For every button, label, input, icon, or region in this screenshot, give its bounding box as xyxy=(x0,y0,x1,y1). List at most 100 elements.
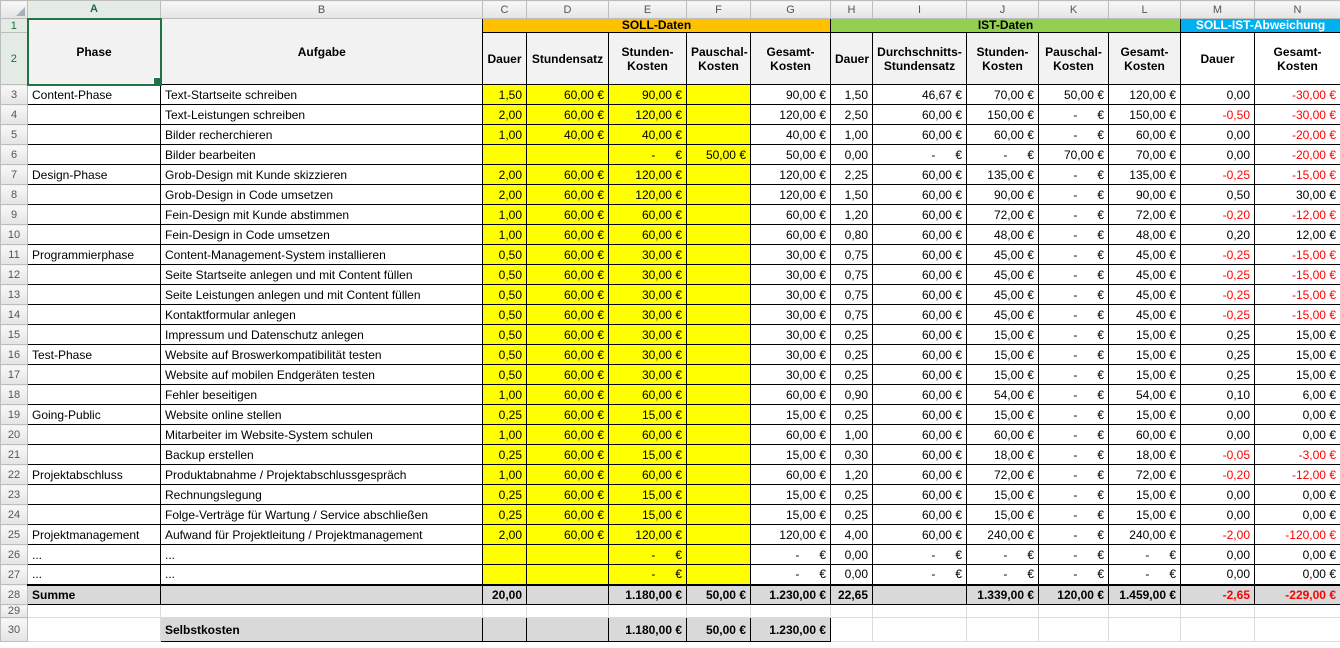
row-header-18[interactable]: 18 xyxy=(1,385,28,405)
cell-I8[interactable]: 60,00 € xyxy=(873,185,967,205)
cell-C23[interactable]: 0,25 xyxy=(483,485,527,505)
cell-C18[interactable]: 1,00 xyxy=(483,385,527,405)
cell-G9[interactable]: 60,00 € xyxy=(751,205,831,225)
col-header-B[interactable]: B xyxy=(161,1,483,19)
cell-H14[interactable]: 0,75 xyxy=(831,305,873,325)
row-header-27[interactable]: 27 xyxy=(1,565,28,585)
col-header-C[interactable]: C xyxy=(483,1,527,19)
cell-N17[interactable]: 15,00 € xyxy=(1255,365,1340,385)
row-header-4[interactable]: 4 xyxy=(1,105,28,125)
cell-G21[interactable]: 15,00 € xyxy=(751,445,831,465)
cell-A19[interactable]: Going-Public xyxy=(28,405,161,425)
cell-L8[interactable]: 90,00 € xyxy=(1109,185,1181,205)
cell-G3[interactable]: 90,00 € xyxy=(751,85,831,105)
cell-G24[interactable]: 15,00 € xyxy=(751,505,831,525)
cell-C30[interactable] xyxy=(483,618,527,642)
cell-F18[interactable] xyxy=(687,385,751,405)
cell-K19[interactable]: - € xyxy=(1039,405,1109,425)
cell-M16[interactable]: 0,25 xyxy=(1181,345,1255,365)
cell-F9[interactable] xyxy=(687,205,751,225)
cell-K16[interactable]: - € xyxy=(1039,345,1109,365)
cell-B7[interactable]: Grob-Design mit Kunde skizzieren xyxy=(161,165,483,185)
cell-B5[interactable]: Bilder recherchieren xyxy=(161,125,483,145)
cell-E16[interactable]: 30,00 € xyxy=(609,345,687,365)
row-header-20[interactable]: 20 xyxy=(1,425,28,445)
cell-B28[interactable] xyxy=(161,585,483,605)
row-header-11[interactable]: 11 xyxy=(1,245,28,265)
cell-J20[interactable]: 60,00 € xyxy=(967,425,1039,445)
cell-E5[interactable]: 40,00 € xyxy=(609,125,687,145)
row-header-29[interactable]: 29 xyxy=(1,605,28,618)
cell-J12[interactable]: 45,00 € xyxy=(967,265,1039,285)
cell-L12[interactable]: 45,00 € xyxy=(1109,265,1181,285)
cell-F10[interactable] xyxy=(687,225,751,245)
cell-M12[interactable]: -0,25 xyxy=(1181,265,1255,285)
cell-D19[interactable]: 60,00 € xyxy=(527,405,609,425)
cell-D20[interactable]: 60,00 € xyxy=(527,425,609,445)
header-soll-stundenkosten[interactable]: Stunden- Kosten xyxy=(609,33,687,85)
row-header-12[interactable]: 12 xyxy=(1,265,28,285)
cell-H17[interactable]: 0,25 xyxy=(831,365,873,385)
cell-I9[interactable]: 60,00 € xyxy=(873,205,967,225)
cell-H25[interactable]: 4,00 xyxy=(831,525,873,545)
cell-F23[interactable] xyxy=(687,485,751,505)
cell-A22[interactable]: Projektabschluss xyxy=(28,465,161,485)
phase-header-cell[interactable]: Phase xyxy=(28,19,161,85)
header-ist-dauer[interactable]: Dauer xyxy=(831,33,873,85)
cell-E17[interactable]: 30,00 € xyxy=(609,365,687,385)
cell-B24[interactable]: Folge-Verträge für Wartung / Service abs… xyxy=(161,505,483,525)
selbstkosten-label[interactable]: Selbstkosten xyxy=(161,618,483,642)
cell-B20[interactable]: Mitarbeiter im Website-System schulen xyxy=(161,425,483,445)
row-header-5[interactable]: 5 xyxy=(1,125,28,145)
cell-A11[interactable]: Programmierphase xyxy=(28,245,161,265)
cell-J13[interactable]: 45,00 € xyxy=(967,285,1039,305)
cell-J16[interactable]: 15,00 € xyxy=(967,345,1039,365)
header-soll-dauer[interactable]: Dauer xyxy=(483,33,527,85)
cell-B26[interactable]: ... xyxy=(161,545,483,565)
cell-A26[interactable]: ... xyxy=(28,545,161,565)
cell-H15[interactable]: 0,25 xyxy=(831,325,873,345)
cell-L20[interactable]: 60,00 € xyxy=(1109,425,1181,445)
cell-E23[interactable]: 15,00 € xyxy=(609,485,687,505)
cell-M30[interactable] xyxy=(1181,618,1255,642)
cell-L29[interactable] xyxy=(1109,605,1181,618)
cell-H6[interactable]: 0,00 xyxy=(831,145,873,165)
cell-A9[interactable] xyxy=(28,205,161,225)
cell-A18[interactable] xyxy=(28,385,161,405)
cell-K18[interactable]: - € xyxy=(1039,385,1109,405)
cell-N22[interactable]: -12,00 € xyxy=(1255,465,1340,485)
cell-D23[interactable]: 60,00 € xyxy=(527,485,609,505)
cell-J14[interactable]: 45,00 € xyxy=(967,305,1039,325)
cell-N24[interactable]: 0,00 € xyxy=(1255,505,1340,525)
row-header-30[interactable]: 30 xyxy=(1,618,28,642)
cell-E7[interactable]: 120,00 € xyxy=(609,165,687,185)
cell-H24[interactable]: 0,25 xyxy=(831,505,873,525)
cell-N27[interactable]: 0,00 € xyxy=(1255,565,1340,585)
cell-C16[interactable]: 0,50 xyxy=(483,345,527,365)
cell-I24[interactable]: 60,00 € xyxy=(873,505,967,525)
cell-A7[interactable]: Design-Phase xyxy=(28,165,161,185)
cell-E13[interactable]: 30,00 € xyxy=(609,285,687,305)
cell-E21[interactable]: 15,00 € xyxy=(609,445,687,465)
cell-F22[interactable] xyxy=(687,465,751,485)
cell-D26[interactable] xyxy=(527,545,609,565)
cell-D22[interactable]: 60,00 € xyxy=(527,465,609,485)
cell-M15[interactable]: 0,25 xyxy=(1181,325,1255,345)
cell-F15[interactable] xyxy=(687,325,751,345)
col-header-A[interactable]: A xyxy=(28,1,161,19)
cell-C7[interactable]: 2,00 xyxy=(483,165,527,185)
cell-F14[interactable] xyxy=(687,305,751,325)
cell-B17[interactable]: Website auf mobilen Endgeräten testen xyxy=(161,365,483,385)
cell-J8[interactable]: 90,00 € xyxy=(967,185,1039,205)
cell-H27[interactable]: 0,00 xyxy=(831,565,873,585)
cell-I29[interactable] xyxy=(873,605,967,618)
cell-A24[interactable] xyxy=(28,505,161,525)
cell-A16[interactable]: Test-Phase xyxy=(28,345,161,365)
cell-L4[interactable]: 150,00 € xyxy=(1109,105,1181,125)
cell-C13[interactable]: 0,50 xyxy=(483,285,527,305)
cell-L23[interactable]: 15,00 € xyxy=(1109,485,1181,505)
col-header-N[interactable]: N xyxy=(1255,1,1340,19)
cell-I7[interactable]: 60,00 € xyxy=(873,165,967,185)
cell-M10[interactable]: 0,20 xyxy=(1181,225,1255,245)
cell-L16[interactable]: 15,00 € xyxy=(1109,345,1181,365)
